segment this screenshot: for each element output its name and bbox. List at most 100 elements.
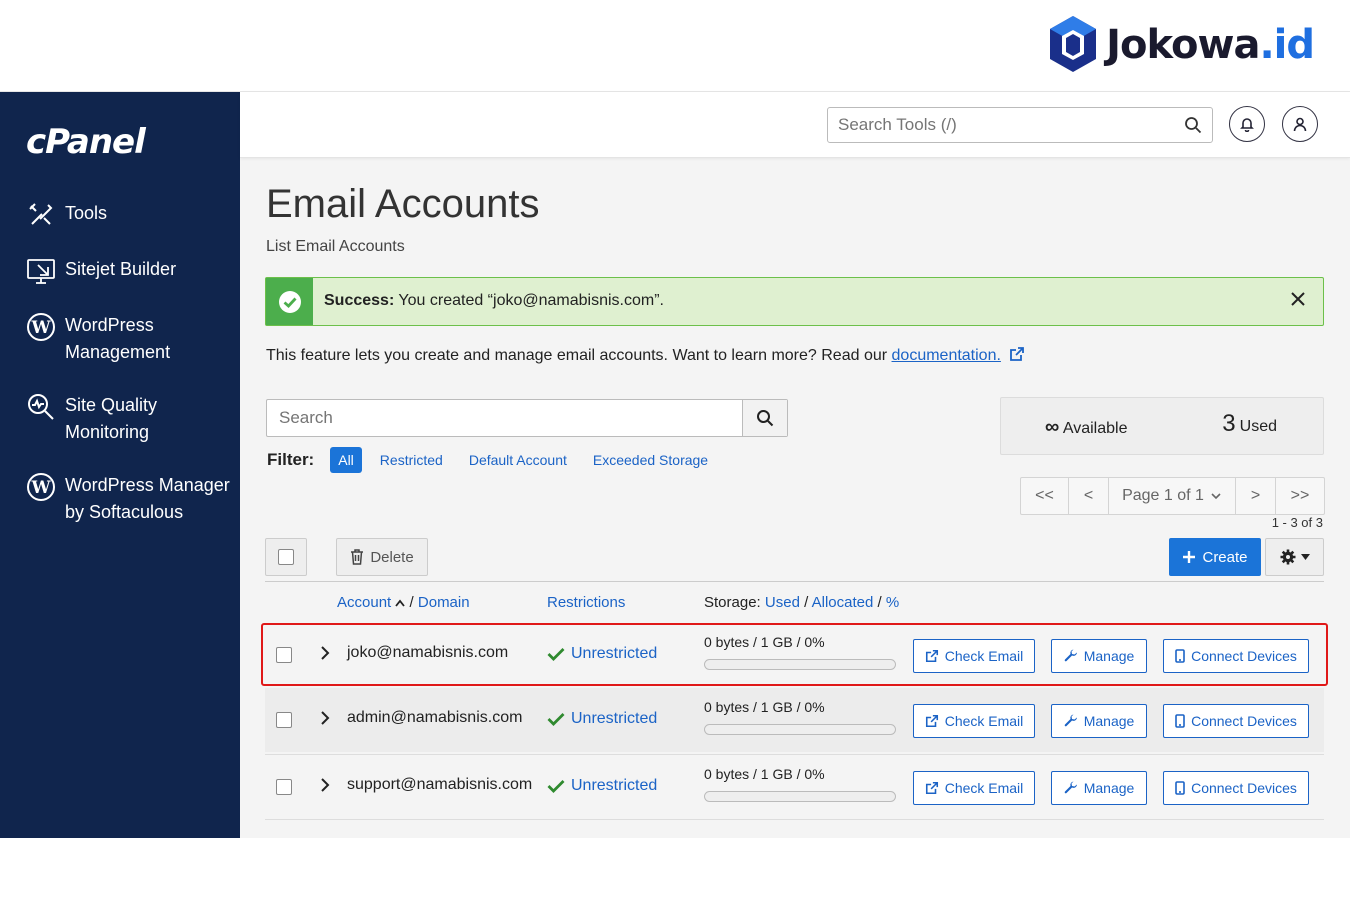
sidebar-item-label: Tools (65, 203, 108, 223)
chevron-right-icon[interactable] (319, 776, 331, 794)
connect-devices-button[interactable]: Connect Devices (1163, 639, 1309, 673)
available-count: ∞ Available (1045, 416, 1128, 438)
documentation-link[interactable]: documentation. (892, 347, 1001, 364)
row-checkbox[interactable] (276, 779, 292, 795)
next-page-button[interactable]: > (1236, 478, 1276, 514)
storage-usage: 0 bytes / 1 GB / 0% (704, 634, 825, 650)
account-sort-link[interactable]: Account (337, 594, 391, 611)
restrictions-sort-link[interactable]: Restrictions (547, 594, 625, 611)
first-page-button[interactable]: << (1021, 478, 1069, 514)
trash-icon (351, 549, 364, 565)
delete-button[interactable]: Delete (336, 538, 428, 576)
top-header (240, 92, 1350, 158)
prev-page-button[interactable]: < (1069, 478, 1109, 514)
close-icon[interactable] (1289, 290, 1307, 313)
settings-dropdown-button[interactable] (1265, 538, 1324, 576)
chevron-right-icon[interactable] (319, 709, 331, 727)
check-email-button[interactable]: Check Email (913, 771, 1035, 805)
watermark-text: Jokowa.id (1106, 22, 1315, 68)
account-email: support@namabisnis.com (347, 776, 533, 793)
restriction-label: Unrestricted (571, 645, 658, 662)
check-email-button[interactable]: Check Email (913, 704, 1035, 738)
manage-button[interactable]: Manage (1051, 704, 1147, 738)
restriction-status[interactable]: Unrestricted (547, 645, 657, 663)
wrench-icon (1064, 714, 1077, 727)
bell-icon (1240, 118, 1254, 132)
connect-devices-button[interactable]: Connect Devices (1163, 704, 1309, 738)
bottom-margin (0, 838, 1350, 900)
filter-default-account[interactable]: Default Account (469, 452, 567, 468)
page-title: Email Accounts (266, 182, 540, 226)
percent-sort-link[interactable]: % (886, 594, 899, 611)
user-icon (1293, 117, 1307, 132)
storage-usage: 0 bytes / 1 GB / 0% (704, 766, 825, 782)
sidebar-item-label: WordPress Manager by Softaculous (65, 475, 230, 522)
filter-restricted[interactable]: Restricted (380, 452, 443, 468)
restriction-status[interactable]: Unrestricted (547, 777, 657, 795)
connect-devices-label: Connect Devices (1191, 713, 1297, 729)
delete-label: Delete (370, 548, 414, 566)
tools-icon (26, 200, 56, 230)
success-badge (266, 278, 313, 325)
create-button[interactable]: Create (1169, 538, 1261, 576)
mobile-device-icon (1175, 649, 1185, 663)
svg-text:W: W (30, 478, 51, 498)
notifications-button[interactable] (1229, 106, 1265, 142)
filter-all[interactable]: All (330, 447, 362, 473)
external-link-icon[interactable] (1009, 346, 1025, 362)
account-search-input[interactable] (267, 400, 737, 436)
restrictions-column-header[interactable]: Restrictions (547, 594, 625, 611)
domain-sort-link[interactable]: Domain (418, 594, 470, 611)
sidebar-item-wordpress-softaculous[interactable]: W WordPress Manager by Softaculous (0, 464, 240, 534)
storage-column-header: Storage: Used / Allocated / % (704, 594, 900, 611)
caret-down-icon (1300, 554, 1310, 560)
sidebar-item-sitejet[interactable]: Sitejet Builder (0, 248, 240, 294)
sidebar: cPanel Tools Sitejet Builder W WordPress… (0, 92, 240, 838)
page-select[interactable]: Page 1 of 1 (1109, 478, 1236, 514)
table-row: admin@namabisnis.com Unrestricted 0 byte… (265, 688, 1324, 752)
manage-label: Manage (1083, 780, 1135, 796)
connect-devices-button[interactable]: Connect Devices (1163, 771, 1309, 805)
row-checkbox[interactable] (276, 712, 292, 728)
sidebar-item-site-quality[interactable]: Site Quality Monitoring (0, 384, 240, 454)
user-account-button[interactable] (1282, 106, 1318, 142)
chevron-right-icon[interactable] (319, 644, 331, 662)
mobile-device-icon (1175, 781, 1185, 795)
checkbox-box (278, 549, 294, 565)
filter-bar: Filter: All Restricted Default Account E… (267, 447, 734, 473)
top-banner: Jokowa.id (0, 0, 1350, 92)
search-button[interactable] (742, 400, 787, 436)
restriction-label: Unrestricted (571, 710, 658, 727)
select-all-checkbox[interactable] (265, 538, 307, 576)
wrench-icon (1064, 649, 1077, 662)
used-count: 3 Used (1222, 410, 1277, 437)
sidebar-item-tools[interactable]: Tools (0, 192, 240, 238)
manage-button[interactable]: Manage (1051, 639, 1147, 673)
account-stats: ∞ Available 3 Used (1000, 397, 1324, 455)
filter-exceeded-storage[interactable]: Exceeded Storage (593, 452, 708, 468)
check-icon (547, 713, 565, 726)
sitejet-icon (26, 256, 56, 286)
storage-usage: 0 bytes / 1 GB / 0% (704, 699, 825, 715)
gear-icon (1280, 549, 1295, 565)
manage-button[interactable]: Manage (1051, 771, 1147, 805)
check-email-button[interactable]: Check Email (913, 639, 1035, 673)
page-subtitle: List Email Accounts (266, 238, 405, 255)
connect-devices-label: Connect Devices (1191, 648, 1297, 664)
search-tools-input[interactable] (828, 108, 1168, 142)
account-email: joko@namabisnis.com (347, 644, 509, 661)
cpanel-logo[interactable]: cPanel (26, 122, 146, 162)
mobile-device-icon (1175, 714, 1185, 728)
result-range: 1 - 3 of 3 (1271, 515, 1323, 530)
account-search-field[interactable] (266, 399, 788, 437)
search-icon[interactable] (1184, 116, 1202, 139)
filter-label: Filter: (267, 450, 315, 469)
account-column-header[interactable]: Account / Domain (337, 594, 470, 611)
used-sort-link[interactable]: Used (765, 594, 800, 611)
row-checkbox[interactable] (276, 647, 292, 663)
search-tools-field[interactable] (827, 107, 1213, 143)
restriction-status[interactable]: Unrestricted (547, 710, 657, 728)
last-page-button[interactable]: >> (1276, 478, 1324, 514)
sidebar-item-wordpress-management[interactable]: W WordPress Management (0, 304, 240, 374)
allocated-sort-link[interactable]: Allocated (812, 594, 874, 611)
